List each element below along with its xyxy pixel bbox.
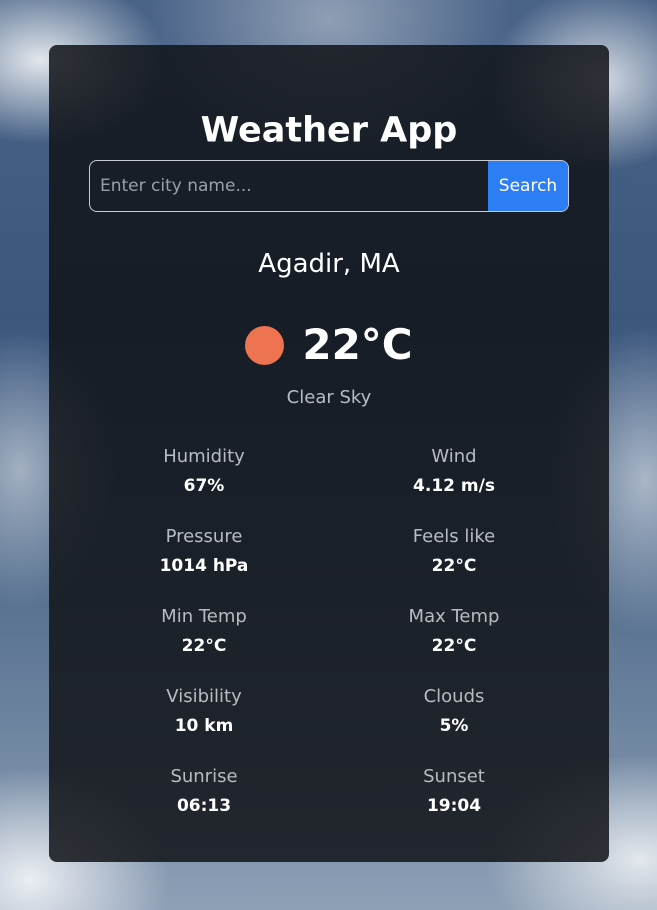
temperature-row: 22°C (49, 324, 609, 366)
max-temp-label: Max Temp (408, 606, 500, 627)
max-temp-stat: Max Temp 22°C (344, 608, 564, 655)
weather-card: Weather App Search Agadir, MA 22°C Clear… (49, 45, 609, 862)
sunrise-value: 06:13 (176, 796, 232, 816)
wind-label: Wind (431, 446, 477, 467)
weather-condition: Clear Sky (286, 387, 372, 408)
clouds-value: 5% (439, 716, 469, 736)
app-title: Weather App (200, 110, 458, 151)
clouds-stat: Clouds 5% (344, 688, 564, 735)
min-temp-value: 22°C (181, 636, 227, 656)
wind-value: 4.12 m/s (413, 476, 495, 496)
max-temp-value: 22°C (431, 636, 477, 656)
pressure-stat: Pressure 1014 hPa (94, 528, 314, 575)
sunrise-stat: Sunrise 06:13 (94, 768, 314, 815)
humidity-label: Humidity (163, 446, 245, 467)
humidity-value: 67% (183, 476, 225, 496)
sunset-stat: Sunset 19:04 (344, 768, 564, 815)
humidity-stat: Humidity 67% (94, 448, 314, 495)
city-name: Agadir, MA (258, 249, 400, 279)
clouds-label: Clouds (423, 686, 485, 707)
wind-stat: Wind 4.12 m/s (344, 448, 564, 495)
search-button[interactable]: Search (488, 161, 568, 211)
search-bar: Search (89, 160, 569, 212)
min-temp-stat: Min Temp 22°C (94, 608, 314, 655)
pressure-value: 1014 hPa (159, 556, 249, 576)
current-temperature: 22°C (302, 320, 413, 369)
sunrise-label: Sunrise (170, 766, 238, 787)
pressure-label: Pressure (165, 526, 243, 547)
visibility-value: 10 km (174, 716, 234, 736)
city-search-input[interactable] (90, 161, 488, 211)
min-temp-label: Min Temp (161, 606, 247, 627)
feels-like-value: 22°C (431, 556, 477, 576)
sunset-value: 19:04 (426, 796, 482, 816)
sunset-label: Sunset (423, 766, 485, 787)
visibility-stat: Visibility 10 km (94, 688, 314, 735)
visibility-label: Visibility (166, 686, 242, 707)
sun-icon (245, 325, 285, 365)
feels-like-stat: Feels like 22°C (344, 528, 564, 575)
feels-like-label: Feels like (412, 526, 496, 547)
